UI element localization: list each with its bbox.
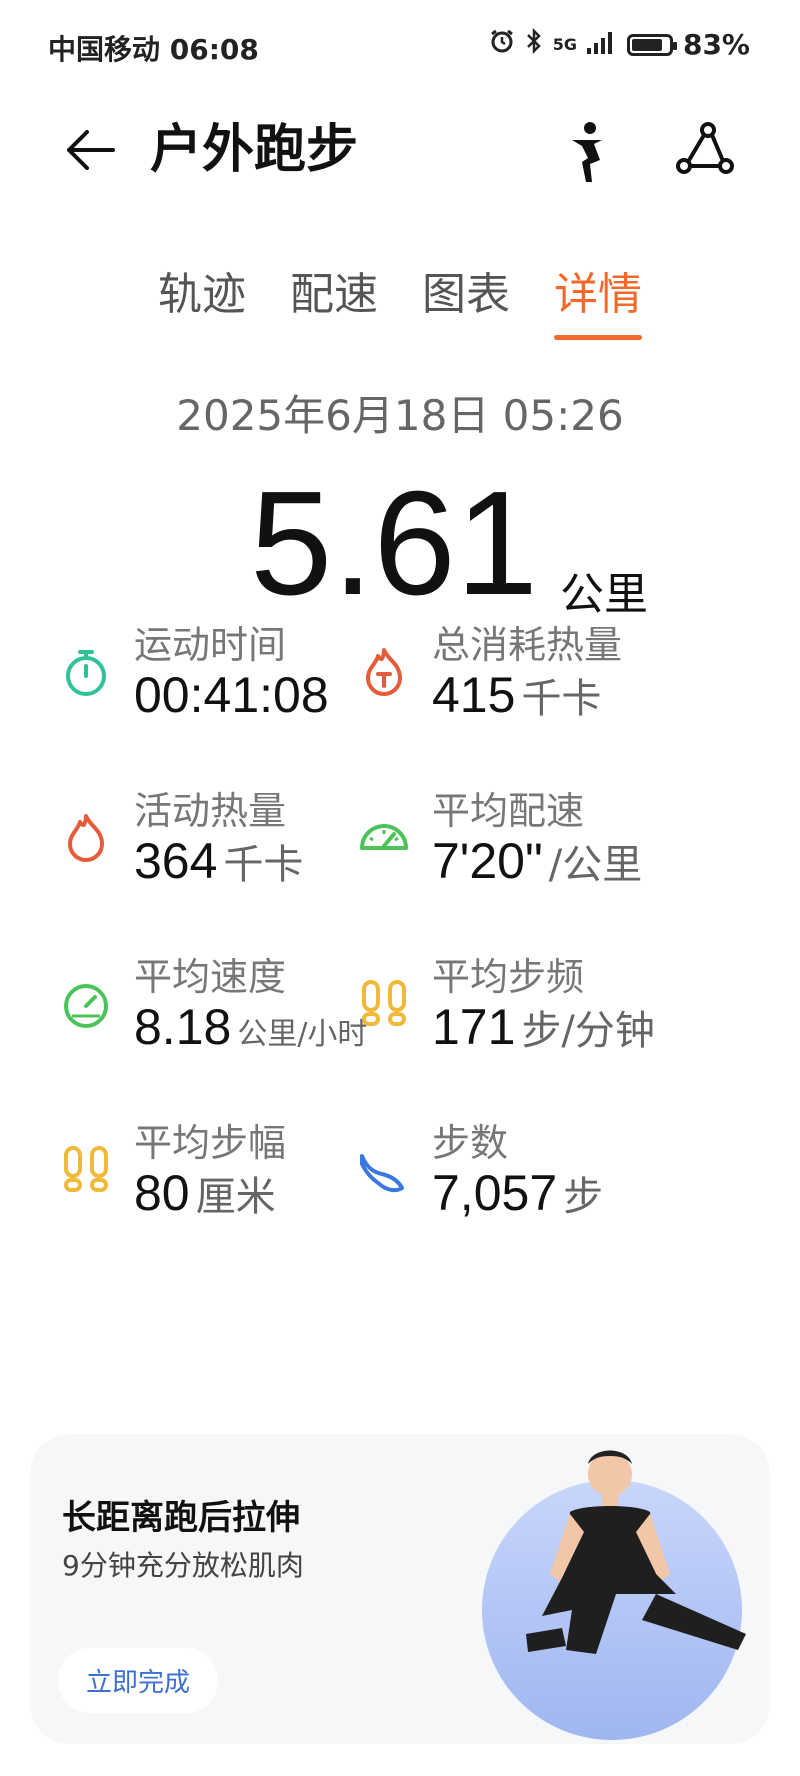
stat-unit: 千卡 xyxy=(223,842,304,888)
stat-label: 运动时间 xyxy=(134,623,287,667)
battery-percent: 83% xyxy=(682,28,750,61)
stat-value: 415 xyxy=(432,667,516,723)
stat-value: 171 xyxy=(432,999,516,1055)
share-icon xyxy=(676,122,734,174)
stat-avg-cadence: 平均步频 171 步/分钟 xyxy=(356,946,696,1056)
stretch-card[interactable]: 长距离跑后拉伸 9分钟充分放松肌肉 立即完成 xyxy=(30,1434,770,1744)
footprints-icon xyxy=(64,1146,108,1192)
stat-unit: 步 xyxy=(563,1174,604,1220)
footprints-icon xyxy=(362,980,406,1026)
alarm-icon xyxy=(489,28,515,61)
stat-avg-speed: 平均速度 8.18 公里/小时 xyxy=(58,946,398,1056)
status-carrier-time: 中国移动 06:08 xyxy=(48,33,259,66)
stat-steps: 步数 7,057 步 xyxy=(356,1112,696,1222)
arrow-left-icon xyxy=(67,130,115,170)
tab-charts[interactable]: 图表 xyxy=(422,258,510,340)
workout-datetime: 2025年6月18日 05:26 xyxy=(176,391,624,440)
status-indicators: 5G 83% xyxy=(489,27,750,61)
tab-bar: 轨迹 配速 图表 详情 xyxy=(0,258,800,340)
stat-avg-stride: 平均步幅 80 厘米 xyxy=(58,1112,398,1222)
stat-label: 平均速度 xyxy=(134,955,287,999)
card-subtitle: 9分钟充分放松肌肉 xyxy=(62,1549,304,1582)
speedometer-icon xyxy=(360,824,408,850)
stat-value: 7,057 xyxy=(432,1165,558,1221)
page-title: 户外跑步 xyxy=(150,120,359,180)
tab-details[interactable]: 详情 xyxy=(554,258,642,340)
stat-value: 8.18 xyxy=(134,999,232,1055)
run-pose-button[interactable] xyxy=(560,118,624,190)
distance-unit: 公里 xyxy=(560,569,648,620)
stat-label: 平均步幅 xyxy=(134,1121,287,1165)
stat-duration: 运动时间 00:41:08 xyxy=(58,614,398,724)
card-title: 长距离跑后拉伸 xyxy=(62,1498,300,1538)
tab-track[interactable]: 轨迹 xyxy=(158,258,246,340)
stat-label: 步数 xyxy=(432,1121,509,1165)
battery-level xyxy=(631,38,662,51)
signal-icon xyxy=(586,28,617,61)
stretching-figure-illustration xyxy=(526,1450,746,1654)
stat-value: 00:41:08 xyxy=(134,667,329,723)
network-label: 5G xyxy=(552,35,577,54)
stat-label: 平均配速 xyxy=(432,789,585,833)
stat-label: 平均步频 xyxy=(432,955,585,999)
bluetooth-icon xyxy=(525,27,543,61)
stat-avg-pace: 平均配速 7'20"/公里 xyxy=(356,780,696,890)
stat-unit: /公里 xyxy=(548,842,643,888)
stat-active-calories: 活动热量 364 千卡 xyxy=(58,780,398,890)
stat-value: 364 xyxy=(134,833,218,889)
runner-icon xyxy=(572,122,602,182)
battery-icon xyxy=(626,33,677,56)
stat-unit: 公里/小时 xyxy=(237,1017,368,1052)
stat-value: 80 xyxy=(134,1165,190,1221)
flame-icon xyxy=(68,814,104,862)
shoe-icon xyxy=(360,1154,404,1193)
stat-total-calories: 总消耗热量 415 千卡 xyxy=(356,614,696,724)
speed-gauge-icon xyxy=(64,984,108,1028)
stat-label: 总消耗热量 xyxy=(432,623,623,667)
distance-value: 5.61 xyxy=(250,461,539,626)
stat-label: 活动热量 xyxy=(134,789,287,833)
stat-unit: 厘米 xyxy=(195,1174,276,1220)
fire-t-icon xyxy=(366,648,402,696)
complete-now-button[interactable]: 立即完成 xyxy=(58,1648,219,1713)
tab-pace[interactable]: 配速 xyxy=(290,258,378,340)
stat-unit: 步/分钟 xyxy=(521,1008,655,1054)
stat-value: 7'20" xyxy=(432,833,543,889)
stat-unit: 千卡 xyxy=(521,676,602,722)
stopwatch-icon xyxy=(66,650,106,696)
back-button[interactable] xyxy=(58,118,122,182)
share-button[interactable] xyxy=(672,118,736,182)
